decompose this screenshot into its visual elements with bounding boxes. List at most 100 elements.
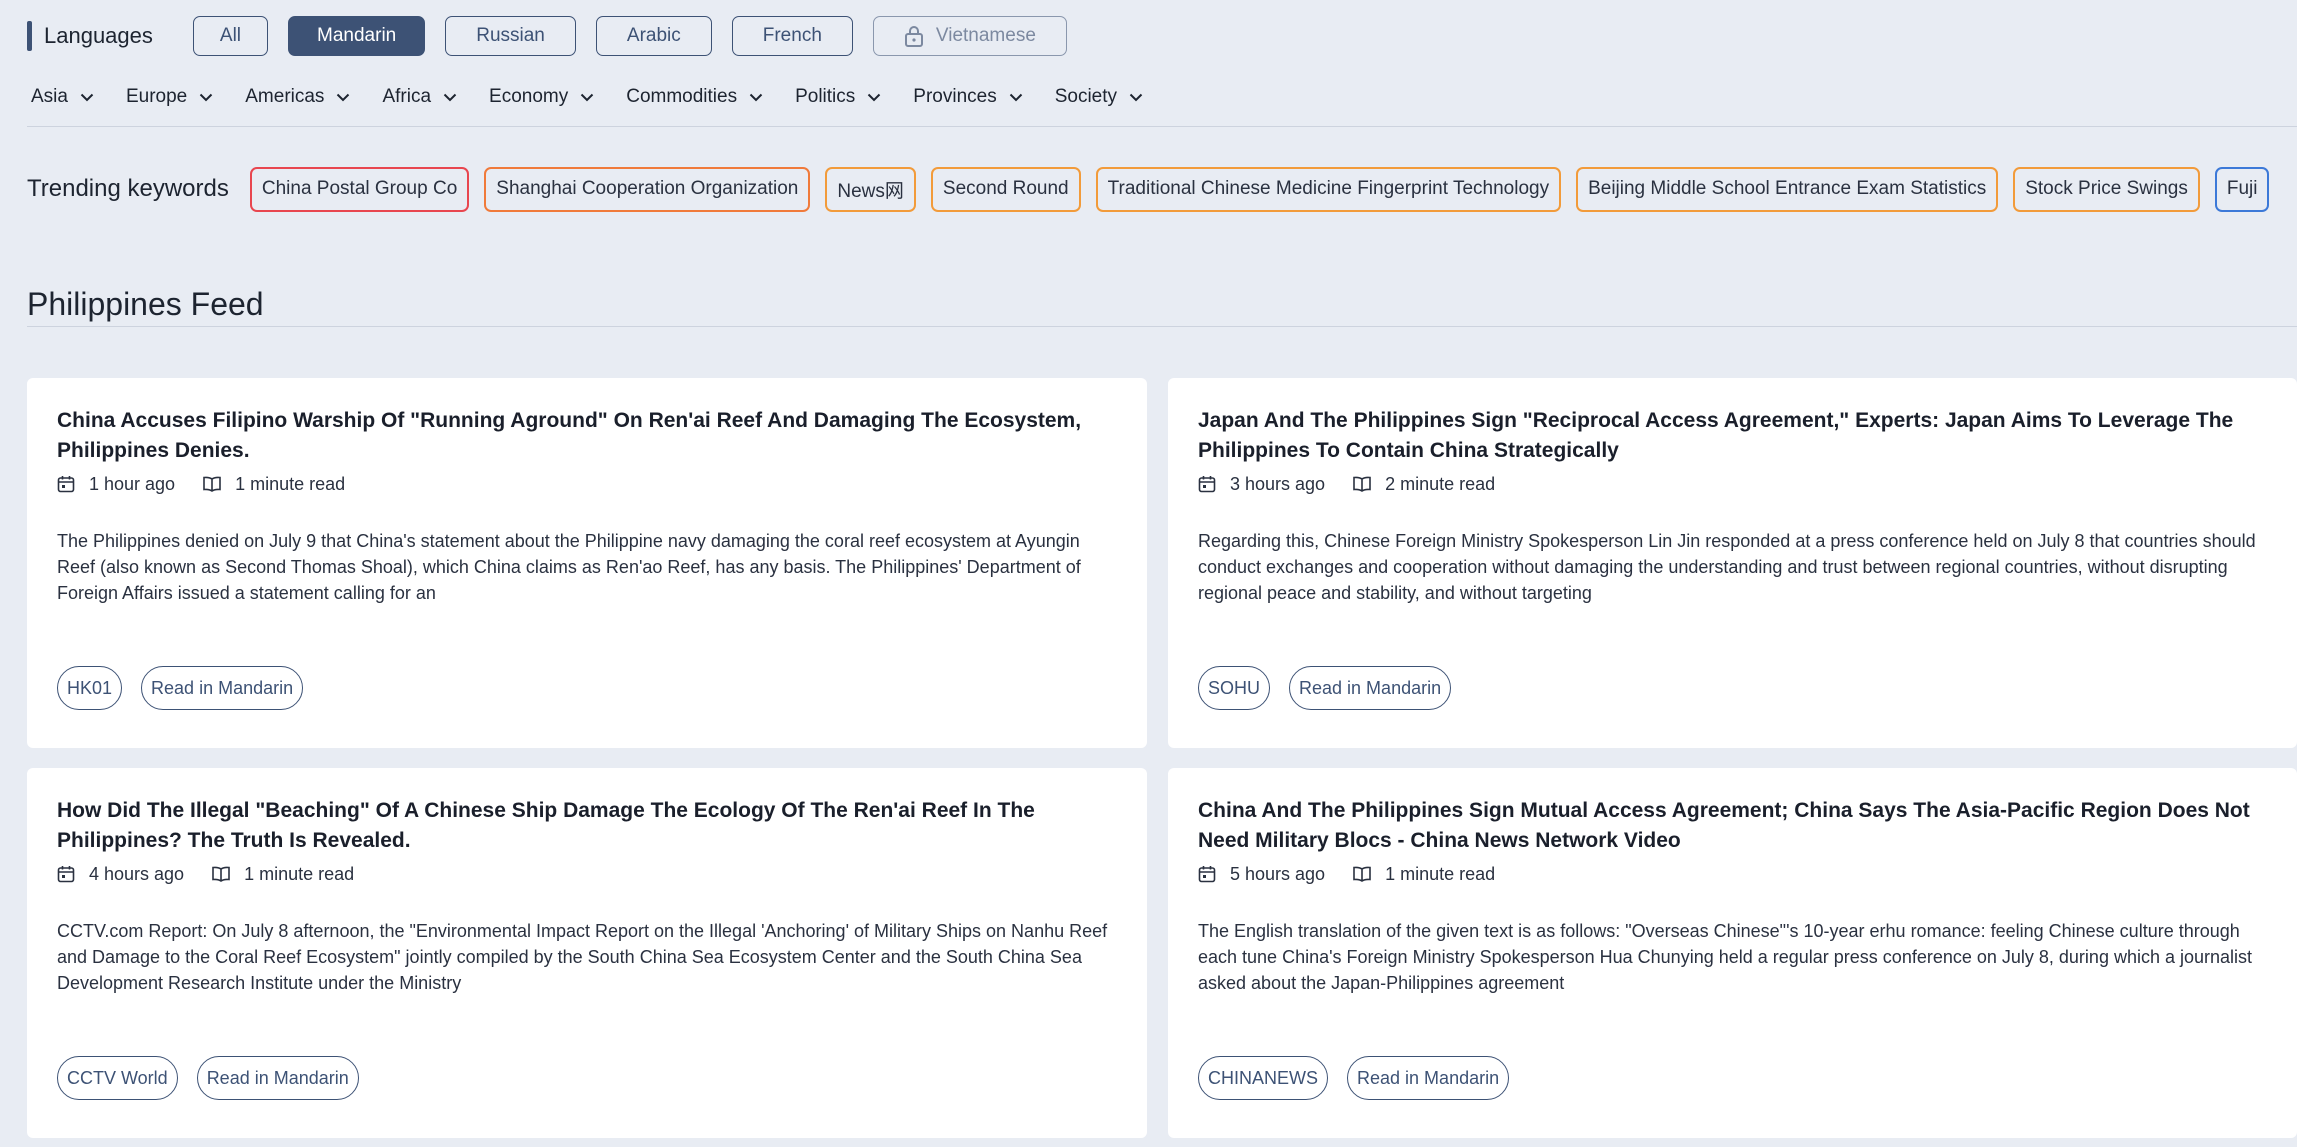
nav-label: Americas bbox=[245, 86, 325, 107]
read-text: 1 minute read bbox=[235, 473, 346, 494]
card-meta: 1 hour ago 1 minute read bbox=[57, 470, 1117, 498]
nav-item-asia[interactable]: Asia bbox=[31, 86, 94, 108]
calendar-icon bbox=[1198, 866, 1216, 883]
nav-label: Asia bbox=[31, 86, 68, 107]
lang-pill-russian[interactable]: Russian bbox=[445, 16, 576, 56]
card-read-time: 2 minute read bbox=[1353, 474, 1495, 495]
calendar-icon bbox=[57, 476, 75, 493]
read-in-language-button[interactable]: Read in Mandarin bbox=[1289, 666, 1452, 710]
nav-item-europe[interactable]: Europe bbox=[126, 86, 213, 108]
nav-divider bbox=[27, 126, 2297, 127]
card-title[interactable]: How Did The Illegal "Beaching" Of A Chin… bbox=[57, 796, 1117, 856]
card-meta: 3 hours ago 2 minute read bbox=[1198, 470, 2267, 498]
book-icon bbox=[1353, 476, 1371, 492]
chevron-down-icon bbox=[1009, 93, 1022, 101]
lang-pill-arabic[interactable]: Arabic bbox=[595, 16, 712, 56]
chevron-down-icon bbox=[749, 93, 763, 101]
region-nav: Asia Europe Americas Africa Economy Comm… bbox=[27, 82, 1171, 112]
chevron-down-icon bbox=[443, 93, 457, 101]
nav-item-society[interactable]: Society bbox=[1055, 86, 1143, 108]
card-summary: Regarding this, Chinese Foreign Ministry… bbox=[1198, 531, 2256, 603]
lang-pill-label: Vietnamese bbox=[935, 25, 1036, 46]
card-read-time: 1 minute read bbox=[212, 864, 354, 885]
time-text: 5 hours ago bbox=[1230, 863, 1326, 884]
chevron-down-icon bbox=[80, 93, 94, 101]
card-time: 3 hours ago bbox=[1198, 474, 1325, 495]
card-title[interactable]: Japan And The Philippines Sign "Reciproc… bbox=[1198, 406, 2267, 466]
time-text: 3 hours ago bbox=[1230, 473, 1326, 494]
nav-label: Africa bbox=[382, 86, 432, 107]
source-tag[interactable]: HK01 bbox=[57, 666, 123, 710]
card-summary: The Philippines denied on July 9 that Ch… bbox=[57, 531, 1081, 603]
card-read-time: 1 minute read bbox=[203, 474, 345, 495]
card-title[interactable]: China Accuses Filipino Warship Of "Runni… bbox=[57, 406, 1117, 466]
card-meta: 5 hours ago 1 minute read bbox=[1198, 860, 2267, 888]
book-icon bbox=[203, 476, 221, 492]
read-text: 1 minute read bbox=[1385, 863, 1496, 884]
lang-pill-mandarin[interactable]: Mandarin bbox=[288, 16, 426, 56]
read-text: 2 minute read bbox=[1385, 473, 1496, 494]
keyword-chip[interactable]: News网 bbox=[825, 166, 916, 212]
lang-pill-french[interactable]: French bbox=[731, 16, 853, 56]
keyword-chip[interactable]: Beijing Middle School Entrance Exam Stat… bbox=[1576, 166, 1999, 212]
card-time: 4 hours ago bbox=[57, 864, 184, 885]
feed-title: Philippines Feed bbox=[27, 286, 264, 322]
keyword-chip[interactable]: Stock Price Swings bbox=[2013, 166, 2200, 212]
trending-title: Trending keywords bbox=[27, 175, 229, 202]
nav-item-commodities[interactable]: Commodities bbox=[626, 86, 763, 108]
read-in-language-button[interactable]: Read in Mandarin bbox=[1347, 1056, 1510, 1100]
chevron-down-icon bbox=[868, 93, 881, 101]
accent-bar bbox=[27, 21, 32, 51]
card-summary: CCTV.com Report: On July 8 afternoon, th… bbox=[57, 921, 1108, 993]
nav-item-americas[interactable]: Americas bbox=[245, 86, 350, 108]
news-card[interactable]: How Did The Illegal "Beaching" Of A Chin… bbox=[27, 768, 1147, 1138]
nav-label: Provinces bbox=[913, 86, 997, 107]
keyword-chip[interactable]: Second Round bbox=[930, 166, 1081, 212]
time-text: 1 hour ago bbox=[89, 473, 176, 494]
nav-item-provinces[interactable]: Provinces bbox=[913, 86, 1022, 108]
nav-item-africa[interactable]: Africa bbox=[382, 86, 457, 108]
news-card[interactable]: China Accuses Filipino Warship Of "Runni… bbox=[27, 378, 1147, 748]
nav-label: Politics bbox=[795, 86, 856, 107]
card-time: 1 hour ago bbox=[57, 474, 175, 495]
language-filter: Languages All Mandarin Russian Arabic Fr… bbox=[27, 16, 1067, 56]
book-icon bbox=[212, 866, 230, 882]
news-card[interactable]: Japan And The Philippines Sign "Reciproc… bbox=[1168, 378, 2297, 748]
chevron-down-icon bbox=[1129, 93, 1143, 101]
chevron-down-icon bbox=[581, 93, 594, 101]
time-text: 4 hours ago bbox=[89, 863, 185, 884]
chevron-down-icon bbox=[337, 93, 350, 101]
calendar-icon bbox=[1198, 476, 1216, 493]
calendar-icon bbox=[57, 866, 75, 883]
nav-label: Europe bbox=[125, 86, 188, 107]
read-text: 1 minute read bbox=[244, 863, 355, 884]
news-card[interactable]: China And The Philippines Sign Mutual Ac… bbox=[1168, 768, 2297, 1138]
languages-title: Languages bbox=[44, 23, 153, 48]
read-in-language-button[interactable]: Read in Mandarin bbox=[141, 666, 304, 710]
source-tag[interactable]: CCTV World bbox=[57, 1056, 178, 1100]
book-icon bbox=[1353, 866, 1371, 882]
keyword-chip[interactable]: Fuji bbox=[2214, 166, 2270, 212]
read-in-language-button[interactable]: Read in Mandarin bbox=[196, 1056, 359, 1100]
nav-label: Economy bbox=[489, 86, 569, 107]
card-title[interactable]: China And The Philippines Sign Mutual Ac… bbox=[1198, 796, 2267, 856]
keyword-chip[interactable]: China Postal Group Co bbox=[249, 166, 470, 212]
nav-label: Society bbox=[1054, 86, 1118, 107]
lock-icon bbox=[904, 26, 923, 47]
languages-header: Languages bbox=[27, 21, 153, 51]
nav-label: Commodities bbox=[626, 86, 738, 107]
trending-keywords: Trending keywords China Postal Group Co … bbox=[27, 166, 2297, 212]
keyword-chip[interactable]: Traditional Chinese Medicine Fingerprint… bbox=[1095, 166, 1562, 212]
nav-item-politics[interactable]: Politics bbox=[795, 86, 881, 108]
source-tag[interactable]: CHINANEWS bbox=[1198, 1056, 1329, 1100]
lang-pill-vietnamese[interactable]: Vietnamese bbox=[872, 16, 1067, 56]
card-summary: The English translation of the given tex… bbox=[1198, 921, 2253, 993]
card-read-time: 1 minute read bbox=[1353, 864, 1495, 885]
source-tag[interactable]: SOHU bbox=[1198, 666, 1271, 710]
lang-pill-all[interactable]: All bbox=[192, 16, 269, 56]
keyword-chip[interactable]: Shanghai Cooperation Organization bbox=[484, 166, 811, 212]
feed-divider bbox=[27, 326, 2297, 327]
card-time: 5 hours ago bbox=[1198, 864, 1325, 885]
chevron-down-icon bbox=[200, 93, 213, 101]
nav-item-economy[interactable]: Economy bbox=[489, 86, 594, 108]
